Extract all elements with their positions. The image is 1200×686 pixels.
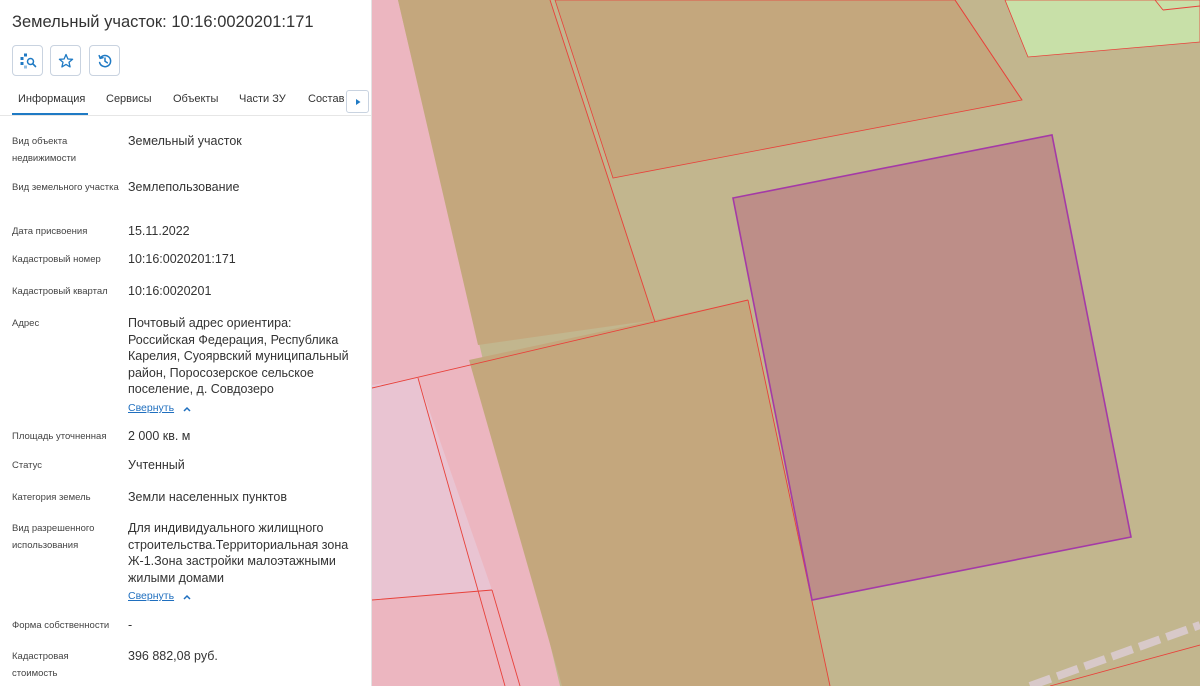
field-value: 10:16:0020201:171 — [128, 252, 236, 266]
field-label: Кадастровый квартал — [12, 286, 108, 297]
field-label: Категория земель — [12, 492, 91, 503]
field-value: Земельный участок — [128, 134, 242, 148]
field-value: Земли населенных пунктов — [128, 490, 287, 504]
chevron-up-icon — [183, 594, 191, 600]
history-icon — [97, 54, 111, 67]
field-label: Площадь уточненная — [12, 431, 107, 442]
field-label: Статус — [12, 460, 43, 471]
tab-bar: Информация Сервисы Объекты Части ЗУ Сост… — [0, 86, 371, 116]
field-value: Почтовый адрес ориентира: Российская Фед… — [128, 316, 349, 396]
field-value: Для индивидуального жилищного строительс… — [128, 521, 349, 585]
field-label: Кадастровая стоимость — [12, 651, 69, 679]
field-value: 2 000 кв. м — [128, 429, 191, 443]
cadastral-map[interactable] — [372, 0, 1200, 686]
field-label: Форма собственности — [12, 620, 110, 631]
tab-parts[interactable]: Части ЗУ — [239, 93, 286, 105]
page-title: Земельный участок: 10:16:0020201:171 — [12, 13, 314, 31]
collapse-address-link[interactable]: Свернуть — [128, 402, 174, 414]
tab-services[interactable]: Сервисы — [106, 93, 152, 105]
field-value: 15.11.2022 — [128, 224, 190, 238]
field-value: Землепользование — [128, 180, 240, 194]
locate-on-map-button[interactable] — [12, 45, 43, 76]
chevron-up-icon — [183, 406, 191, 412]
field-label: Вид земельного участка — [12, 182, 119, 193]
field-label: Кадастровый номер — [12, 254, 101, 265]
tab-info[interactable]: Информация — [18, 93, 85, 105]
history-button[interactable] — [89, 45, 120, 76]
star-icon — [58, 53, 73, 68]
field-value: Учтенный — [128, 458, 185, 472]
info-panel: Земельный участок: 10:16:0020201:171 Инф… — [0, 0, 372, 686]
caret-right-icon — [355, 98, 360, 105]
tab-composition[interactable]: Состав — [308, 93, 344, 105]
tab-objects[interactable]: Объекты — [173, 93, 218, 105]
field-label: Вид разрешенного использования — [12, 523, 95, 551]
tabs-scroll-right-button[interactable] — [346, 90, 369, 113]
field-label: Вид объекта недвижимости — [12, 136, 77, 164]
active-tab-indicator — [12, 113, 88, 115]
favorite-button[interactable] — [50, 45, 81, 76]
field-label: Дата присвоения — [12, 226, 88, 237]
field-value: 10:16:0020201 — [128, 284, 212, 298]
collapse-permitted-use-link[interactable]: Свернуть — [128, 590, 174, 602]
locate-on-map-icon — [20, 53, 36, 68]
field-label: Адрес — [12, 318, 40, 329]
field-value: 396 882,08 руб. — [128, 649, 218, 663]
field-value: - — [128, 618, 133, 632]
